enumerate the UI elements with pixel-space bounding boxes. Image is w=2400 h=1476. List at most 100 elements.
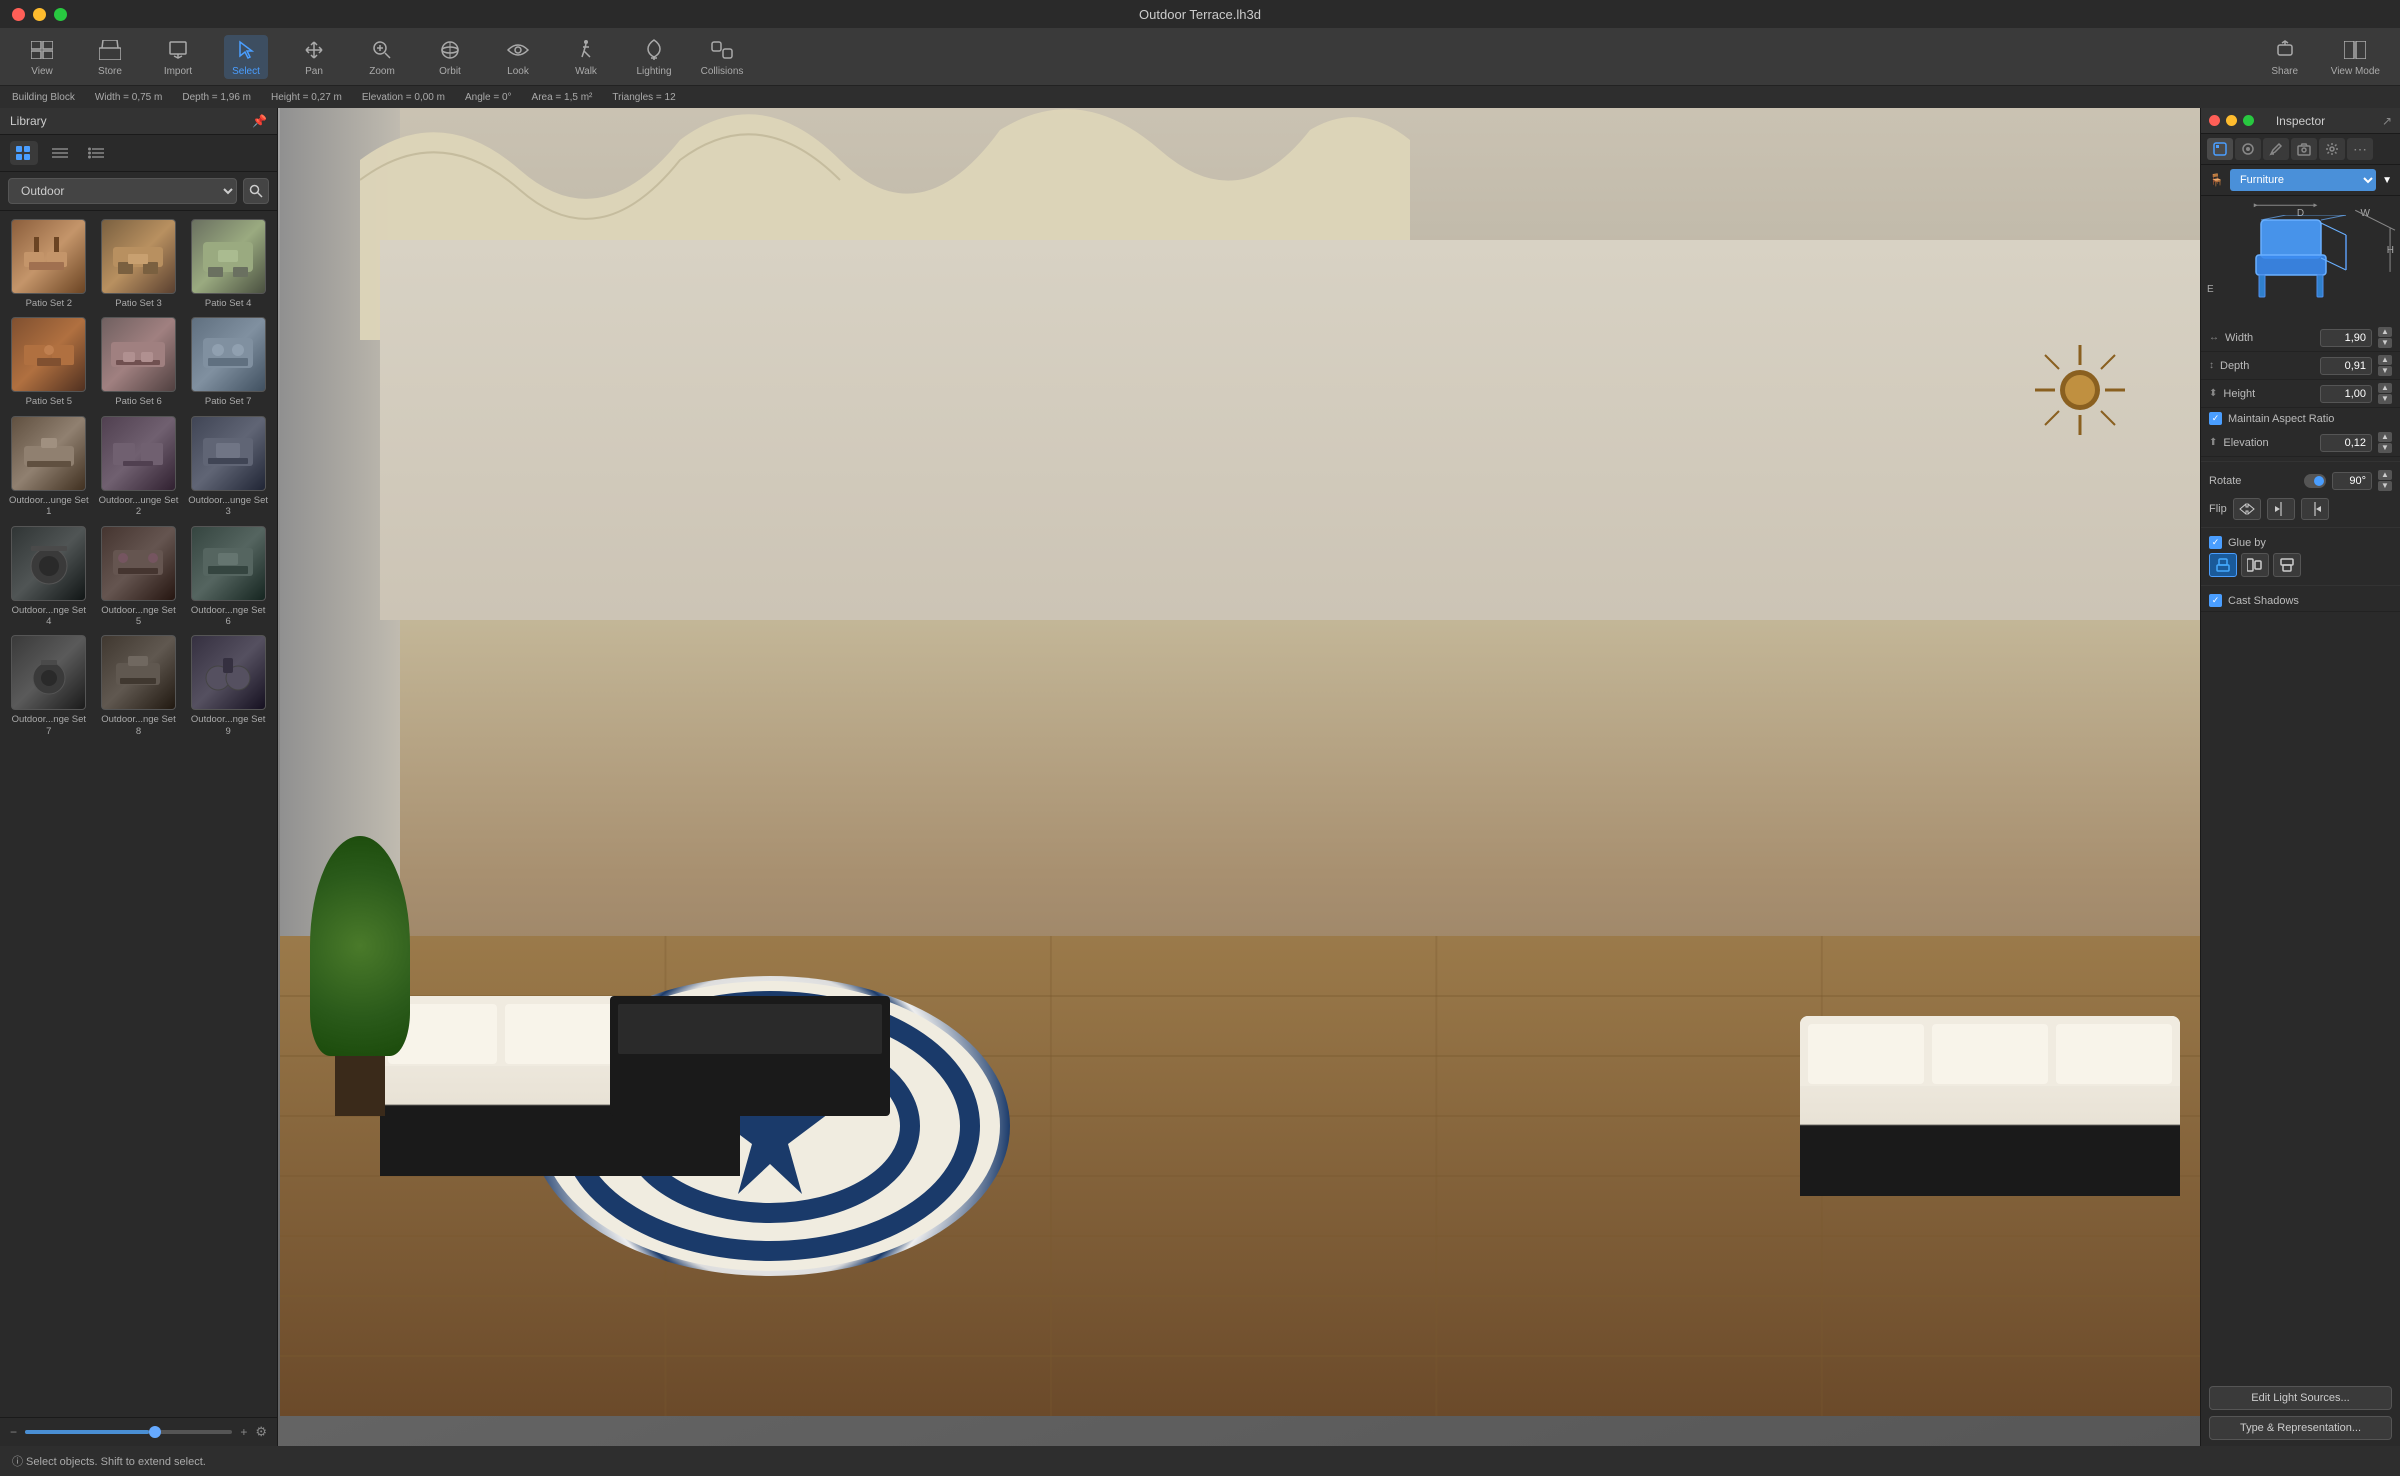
glue-floor-button[interactable] <box>2209 553 2237 577</box>
glue-section: ✓ Glue by <box>2201 532 2400 581</box>
library-item-patio7[interactable]: Patio Set 7 <box>187 317 269 407</box>
library-item-patio4[interactable]: Patio Set 4 <box>187 219 269 309</box>
height-input[interactable] <box>2320 385 2372 403</box>
zoom-settings-icon[interactable]: ⚙ <box>255 1424 267 1440</box>
maintain-aspect-ratio-checkbox[interactable]: ✓ <box>2209 412 2222 425</box>
insp-tab-furniture[interactable] <box>2207 138 2233 160</box>
glue-wall-button[interactable] <box>2241 553 2269 577</box>
width-label: Width <box>2225 332 2314 344</box>
width-down[interactable]: ▼ <box>2378 338 2392 348</box>
library-item-patio6[interactable]: Patio Set 6 <box>98 317 180 407</box>
zoom-label: Zoom <box>369 66 395 77</box>
library-pin-icon[interactable]: 📌 <box>252 114 267 128</box>
insp-tab-gear[interactable] <box>2319 138 2345 160</box>
elevation-input[interactable] <box>2320 434 2372 452</box>
toolbar-lighting[interactable]: Lighting <box>632 37 676 77</box>
toolbar-look[interactable]: Look <box>496 37 540 77</box>
library-thumb-patio5 <box>11 317 86 392</box>
flip-horizontal-button[interactable] <box>2233 498 2261 520</box>
collisions-icon <box>709 37 735 63</box>
lib-label-lounge5: Outdoor...nge Set 5 <box>98 605 180 628</box>
lib-tab-grid[interactable] <box>10 141 38 165</box>
toolbar-select[interactable]: Select <box>224 35 268 79</box>
glue-checkbox[interactable]: ✓ <box>2209 536 2222 549</box>
toolbar-view[interactable]: View <box>20 37 64 77</box>
library-thumb-patio4 <box>191 219 266 294</box>
flip-left-button[interactable] <box>2267 498 2295 520</box>
type-representation-button[interactable]: Type & Representation... <box>2209 1416 2392 1440</box>
library-item-lounge3[interactable]: Outdoor...unge Set 3 <box>187 416 269 518</box>
library-item-patio5[interactable]: Patio Set 5 <box>8 317 90 407</box>
width-input[interactable] <box>2320 329 2372 347</box>
library-item-lounge5[interactable]: Outdoor...nge Set 5 <box>98 526 180 628</box>
lighting-label: Lighting <box>636 66 671 77</box>
insp-close[interactable] <box>2209 115 2220 126</box>
library-item-lounge8[interactable]: Outdoor...nge Set 8 <box>98 635 180 737</box>
width-up[interactable]: ▲ <box>2378 327 2392 337</box>
import-icon <box>165 37 191 63</box>
toolbar-walk[interactable]: Walk <box>564 37 608 77</box>
toolbar-import[interactable]: Import <box>156 37 200 77</box>
lib-label-lounge3: Outdoor...unge Set 3 <box>187 495 269 518</box>
height-down[interactable]: ▼ <box>2378 394 2392 404</box>
rotate-knob[interactable] <box>2304 474 2326 488</box>
zoom-out-icon[interactable]: − <box>10 1425 17 1439</box>
library-thumb-lounge3 <box>191 416 266 491</box>
library-search-button[interactable] <box>243 178 269 204</box>
toolbar-pan[interactable]: Pan <box>292 37 336 77</box>
lighting-icon <box>641 37 667 63</box>
toolbar-viewmode[interactable]: View Mode <box>2331 37 2380 77</box>
main-viewport <box>0 0 2400 1476</box>
status-triangles: Triangles = 12 <box>612 92 675 103</box>
insp-max[interactable] <box>2243 115 2254 126</box>
maximize-button[interactable] <box>54 8 67 21</box>
library-thumb-lounge8 <box>101 635 176 710</box>
library-item-patio3[interactable]: Patio Set 3 <box>98 219 180 309</box>
elevation-down[interactable]: ▼ <box>2378 443 2392 453</box>
close-button[interactable] <box>12 8 25 21</box>
library-item-lounge4[interactable]: Outdoor...nge Set 4 <box>8 526 90 628</box>
lib-label-patio6: Patio Set 6 <box>115 396 161 407</box>
zoom-slider[interactable] <box>25 1430 232 1434</box>
edit-light-sources-button[interactable]: Edit Light Sources... <box>2209 1386 2392 1410</box>
toolbar-orbit[interactable]: Orbit <box>428 37 472 77</box>
depth-down[interactable]: ▼ <box>2378 366 2392 376</box>
rotate-down[interactable]: ▼ <box>2378 481 2392 491</box>
rotate-input[interactable] <box>2332 472 2372 490</box>
flip-right-button[interactable] <box>2301 498 2329 520</box>
category-dropdown[interactable]: Furniture <box>2230 169 2376 191</box>
toolbar-zoom[interactable]: Zoom <box>360 37 404 77</box>
insp-tab-camera[interactable] <box>2291 138 2317 160</box>
glue-ceiling-button[interactable] <box>2273 553 2301 577</box>
toolbar-collisions[interactable]: Collisions <box>700 37 744 77</box>
depth-up[interactable]: ▲ <box>2378 355 2392 365</box>
library-item-lounge2[interactable]: Outdoor...unge Set 2 <box>98 416 180 518</box>
toolbar-store[interactable]: Store <box>88 37 132 77</box>
lib-tab-categories[interactable] <box>46 141 74 165</box>
inspector-expand-icon[interactable]: ↗ <box>2382 114 2392 128</box>
elevation-up[interactable]: ▲ <box>2378 432 2392 442</box>
library-item-lounge1[interactable]: Outdoor...unge Set 1 <box>8 416 90 518</box>
height-up[interactable]: ▲ <box>2378 383 2392 393</box>
depth-input[interactable] <box>2320 357 2372 375</box>
cast-shadows-checkbox[interactable]: ✓ <box>2209 594 2222 607</box>
library-grid: Patio Set 2 Patio Set 3 <box>0 211 277 1417</box>
toolbar-share[interactable]: Share <box>2263 37 2307 77</box>
insp-tab-materials[interactable] <box>2235 138 2261 160</box>
minimize-button[interactable] <box>33 8 46 21</box>
back-wall <box>380 240 2220 620</box>
library-item-lounge9[interactable]: Outdoor...nge Set 9 <box>187 635 269 737</box>
depth-stepper: ▲ ▼ <box>2378 355 2392 376</box>
library-category-dropdown[interactable]: Outdoor <box>8 178 237 204</box>
insp-tab-more[interactable]: ⋯ <box>2347 138 2373 160</box>
library-item-lounge7[interactable]: Outdoor...nge Set 7 <box>8 635 90 737</box>
lib-tab-list[interactable] <box>82 141 110 165</box>
flip-row: Flip <box>2201 495 2400 523</box>
zoom-in-icon[interactable]: + <box>240 1425 247 1439</box>
rotate-up[interactable]: ▲ <box>2378 470 2392 480</box>
insp-tab-edit[interactable] <box>2263 138 2289 160</box>
library-item-lounge6[interactable]: Outdoor...nge Set 6 <box>187 526 269 628</box>
insp-min[interactable] <box>2226 115 2237 126</box>
library-item-patio2[interactable]: Patio Set 2 <box>8 219 90 309</box>
glue-buttons <box>2209 553 2392 577</box>
